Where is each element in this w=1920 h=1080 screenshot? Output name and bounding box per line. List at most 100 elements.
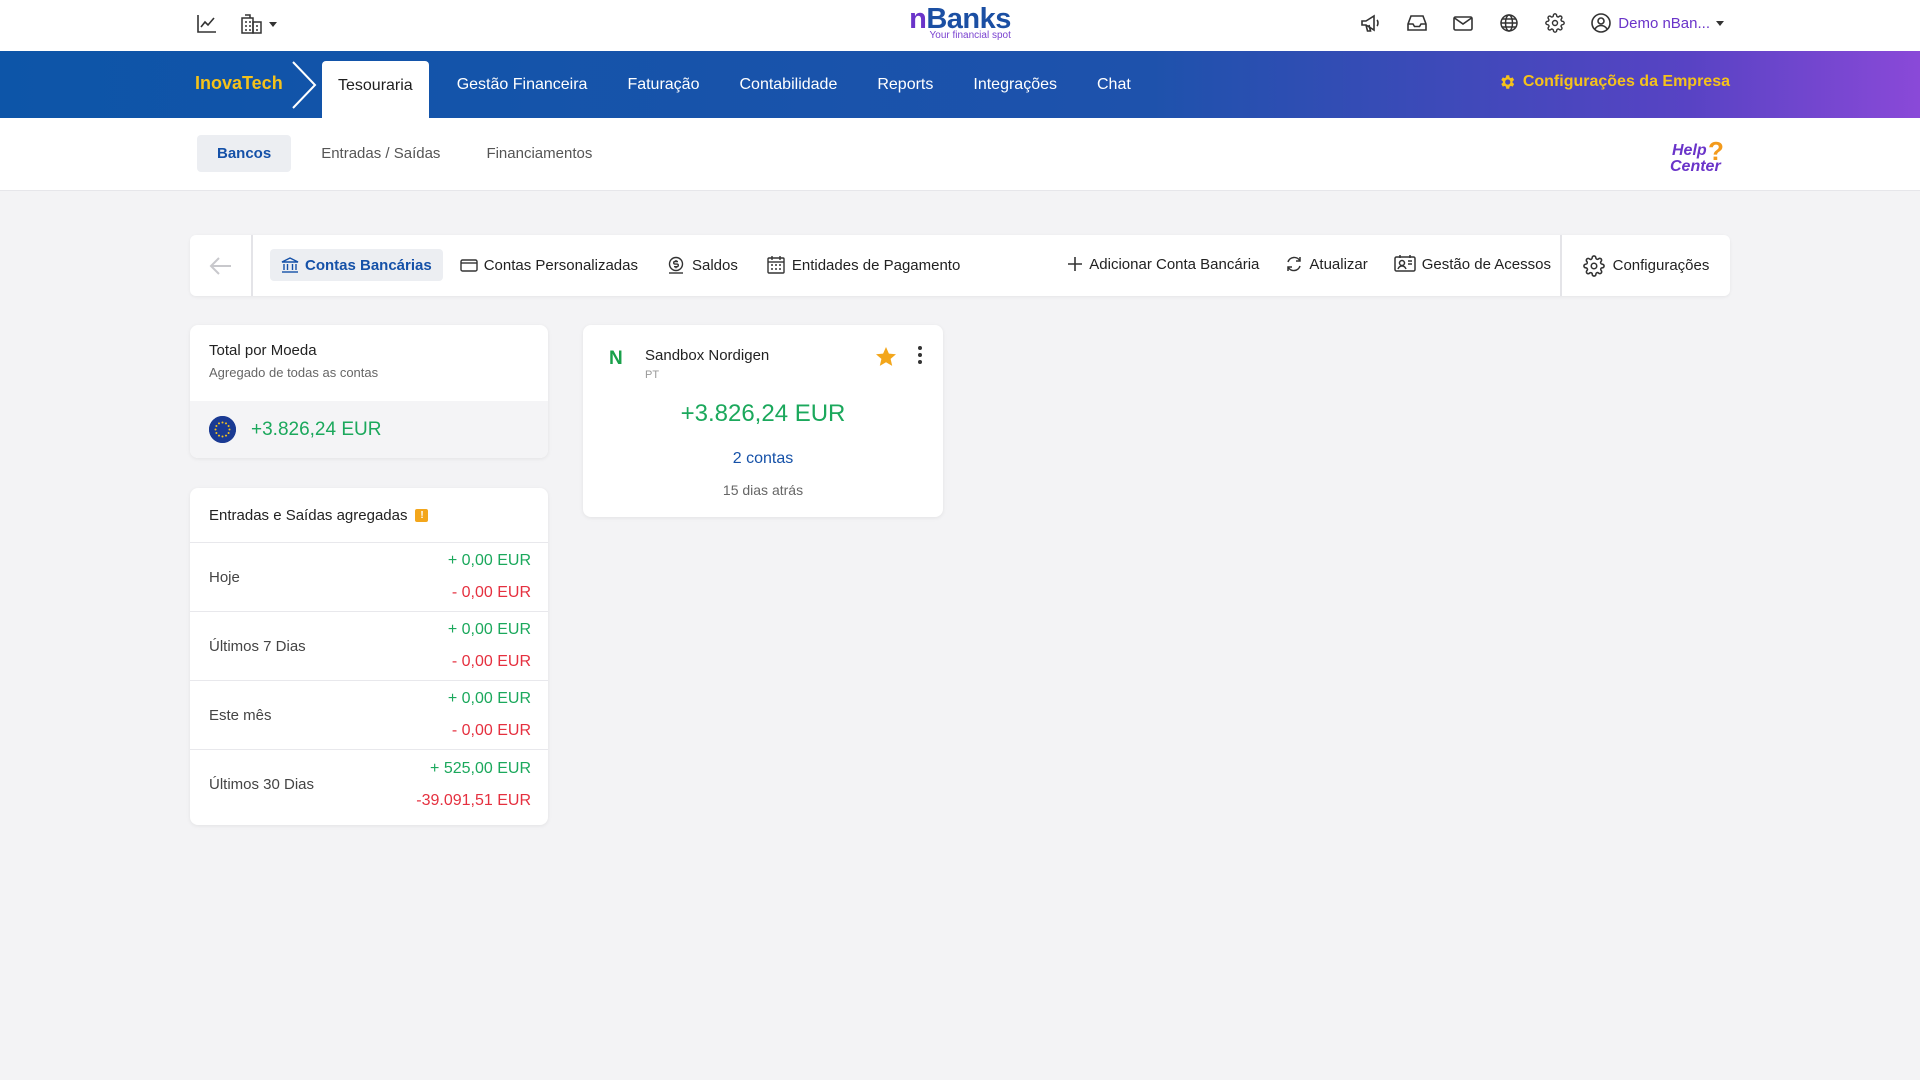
currency-row-eur: +3.826,24 EUR — [190, 401, 548, 458]
arrow-left-icon — [209, 256, 233, 276]
add-bank-account-label: Adicionar Conta Bancária — [1089, 255, 1260, 273]
gear-icon — [1582, 254, 1605, 277]
access-management-button[interactable]: Gestão de Acessos — [1383, 248, 1562, 280]
bank-icon — [281, 256, 299, 274]
flow-period-label: Últimos 30 Dias — [209, 776, 315, 793]
refresh-label: Atualizar — [1309, 255, 1368, 273]
chevron-down-icon — [1716, 20, 1724, 26]
flows-card-header: Entradas e Saídas agregadas ! — [190, 488, 548, 543]
bank-logo: N — [609, 348, 623, 369]
access-management-label: Gestão de Acessos — [1421, 255, 1551, 273]
user-menu[interactable]: Demo nBan... — [1590, 12, 1724, 34]
gear-icon — [1498, 73, 1516, 91]
eu-flag-icon — [209, 416, 236, 443]
total-eur-value: +3.826,24 EUR — [251, 418, 382, 440]
flow-values: + 0,00 EUR - 0,00 EUR — [448, 683, 531, 747]
header-left-tools — [196, 14, 277, 34]
tab-integracoes[interactable]: Integrações — [953, 61, 1077, 118]
top-header: nBanks Your financial spot Demo nBan... — [0, 0, 1920, 51]
bank-name: Sandbox Nordigen — [645, 347, 770, 364]
flow-row-this-month: Este mês + 0,00 EUR - 0,00 EUR — [190, 681, 548, 750]
tab-faturacao[interactable]: Faturação — [607, 61, 719, 118]
tab-reports[interactable]: Reports — [857, 61, 953, 118]
star-icon[interactable] — [874, 345, 898, 369]
info-icon[interactable]: ! — [415, 508, 429, 522]
contas-personalizadas-tab[interactable]: Contas Personalizadas — [449, 249, 649, 281]
sub-nav-tabs: Bancos Entradas / Saídas Financiamentos — [197, 135, 608, 172]
subtab-bancos[interactable]: Bancos — [197, 135, 292, 172]
header-right-tools: Demo nBan... — [1360, 12, 1724, 34]
refresh-icon — [1285, 255, 1303, 273]
saldos-tab[interactable]: Saldos — [655, 248, 749, 282]
calculator-icon — [766, 255, 786, 275]
back-button[interactable] — [190, 235, 253, 296]
aggregated-flows-card: Entradas e Saídas agregadas ! Hoje + 0,0… — [190, 488, 548, 825]
flow-period-label: Este mês — [209, 706, 272, 724]
saldos-label: Saldos — [691, 256, 738, 274]
id-card-icon — [1394, 255, 1416, 273]
help-question-mark: ? — [1708, 138, 1724, 166]
contas-personalizadas-label: Contas Personalizadas — [483, 256, 638, 274]
settings-label: Configurações — [1612, 257, 1710, 274]
toolbar-right: Adicionar Conta Bancária Atualizar Gestã… — [1056, 248, 1562, 280]
bank-accounts-link[interactable]: 2 contas — [583, 450, 943, 468]
bank-country: PT — [645, 369, 660, 381]
main-navigation: InovaTech Tesouraria Gestão Financeira F… — [0, 51, 1920, 118]
main-nav-tabs: Tesouraria Gestão Financeira Faturação C… — [322, 61, 1151, 118]
chart-line-icon[interactable] — [196, 14, 218, 34]
total-card-header: Total por Moeda Agregado de todas as con… — [190, 325, 548, 401]
inbox-icon[interactable] — [1406, 13, 1428, 33]
chevron-right-icon — [290, 60, 318, 110]
help-center-button[interactable]: Help Center ? — [1670, 138, 1726, 174]
logo-link[interactable]: nBanks Your financial spot — [909, 2, 1011, 41]
entidades-pagamento-label: Entidades de Pagamento — [791, 256, 961, 274]
flow-outflow-value: - 0,00 EUR — [451, 653, 531, 670]
subtab-financiamentos[interactable]: Financiamentos — [470, 135, 608, 172]
company-switcher[interactable] — [240, 14, 277, 34]
flow-outflow-value: - 0,00 EUR — [451, 584, 531, 601]
wallet-icon — [460, 256, 478, 274]
sub-navigation: Bancos Entradas / Saídas Financiamentos — [0, 118, 1920, 191]
flow-row-last-7-days: Últimos 7 Dias + 0,00 EUR - 0,00 EUR — [190, 612, 548, 681]
flow-outflow-value: -39.091,51 EUR — [416, 791, 531, 809]
mail-icon[interactable] — [1452, 13, 1474, 33]
contas-bancarias-tab[interactable]: Contas Bancárias — [270, 249, 443, 281]
flow-inflow-value: + 0,00 EUR — [447, 621, 531, 638]
bank-balance: +3.826,24 EUR — [680, 400, 846, 427]
bank-card-sandbox-nordigen[interactable]: N Sandbox Nordigen PT +3.826,24 EUR 2 co… — [583, 325, 943, 517]
flow-outflow-value: - 0,00 EUR — [451, 722, 531, 739]
company-settings-link[interactable]: Configurações da Empresa — [1498, 73, 1730, 91]
megaphone-icon[interactable] — [1360, 13, 1382, 33]
user-name: Demo nBan... — [1618, 14, 1710, 32]
flow-inflow-value: + 0,00 EUR — [447, 552, 531, 569]
tab-chat[interactable]: Chat — [1077, 61, 1151, 118]
settings-button[interactable]: Configurações — [1560, 235, 1730, 296]
refresh-button[interactable]: Atualizar — [1274, 248, 1378, 280]
add-bank-account-button[interactable]: Adicionar Conta Bancária — [1056, 249, 1270, 280]
accounts-toolbar: Contas Bancárias Contas Personalizadas S… — [190, 235, 1730, 296]
subtab-entradas-saidas[interactable]: Entradas / Saídas — [305, 135, 456, 172]
tab-contabilidade[interactable]: Contabilidade — [719, 61, 857, 118]
toolbar-left: Contas Bancárias Contas Personalizadas S… — [270, 248, 971, 282]
flow-inflow-value: + 0,00 EUR — [447, 690, 531, 707]
bank-last-updated: 15 dias atrás — [722, 482, 804, 498]
flow-values: + 0,00 EUR - 0,00 EUR — [448, 545, 531, 609]
total-by-currency-card: Total por Moeda Agregado de todas as con… — [190, 325, 548, 458]
plus-icon — [1067, 256, 1083, 272]
gear-icon[interactable] — [1544, 13, 1566, 33]
company-name[interactable]: InovaTech — [195, 73, 283, 94]
flow-values: + 525,00 EUR -39.091,51 EUR — [416, 753, 531, 817]
user-circle-icon — [1590, 12, 1612, 34]
globe-icon[interactable] — [1498, 13, 1520, 33]
total-card-title: Total por Moeda — [209, 342, 317, 359]
flow-row-last-30-days: Últimos 30 Dias + 525,00 EUR -39.091,51 … — [190, 750, 548, 819]
flow-row-today: Hoje + 0,00 EUR - 0,00 EUR — [190, 543, 548, 612]
flow-values: + 0,00 EUR - 0,00 EUR — [448, 614, 531, 678]
flow-period-label: Hoje — [209, 568, 240, 586]
entidades-pagamento-tab[interactable]: Entidades de Pagamento — [755, 248, 971, 282]
tab-gestao-financeira[interactable]: Gestão Financeira — [437, 61, 608, 118]
company-settings-label: Configurações da Empresa — [1522, 73, 1730, 90]
more-vertical-icon[interactable] — [917, 345, 923, 365]
tab-tesouraria[interactable]: Tesouraria — [322, 61, 429, 118]
money-bag-icon — [666, 255, 686, 275]
